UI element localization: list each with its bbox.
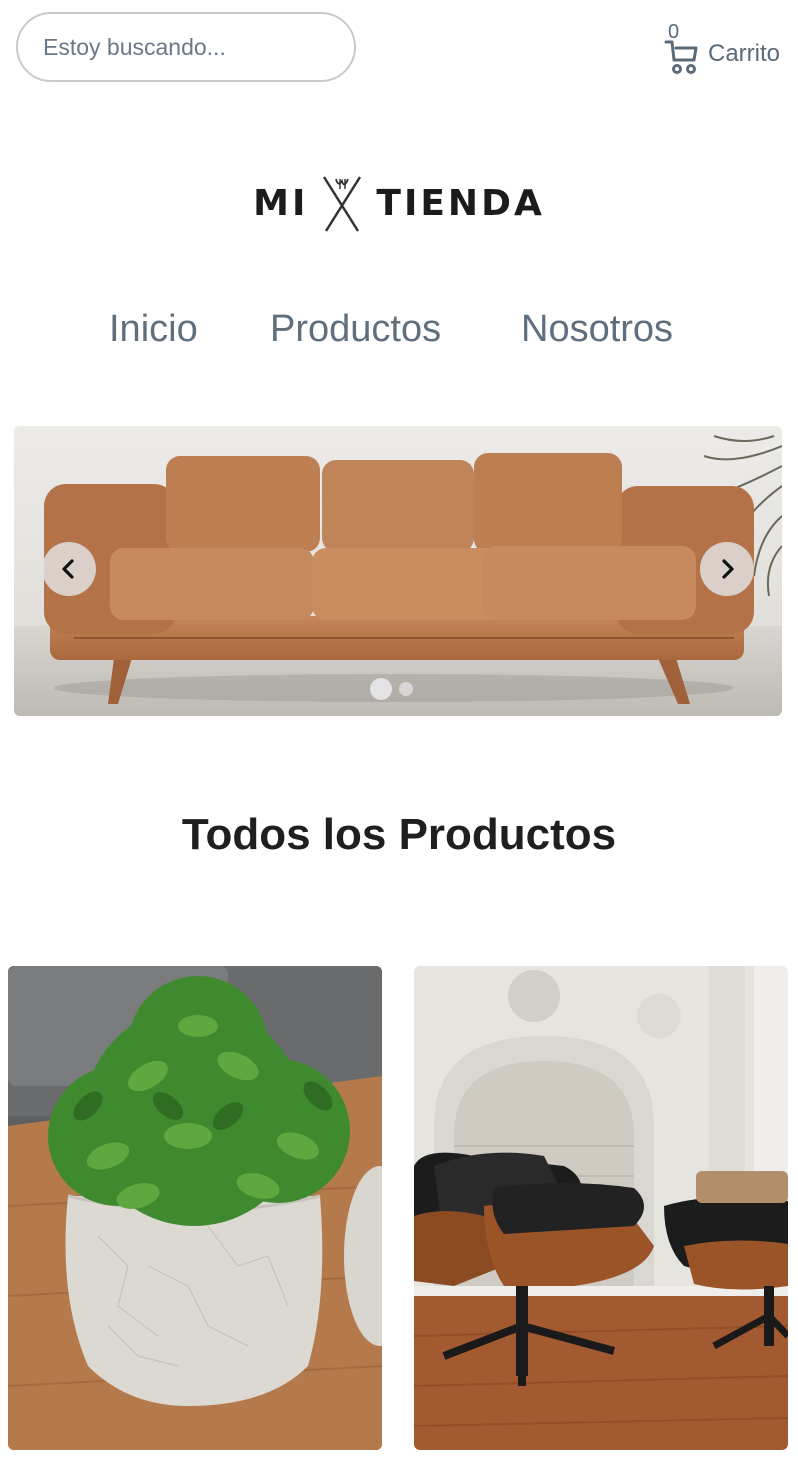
product-card[interactable] [8, 966, 382, 1450]
nav-item-nosotros[interactable]: Nosotros [521, 308, 673, 351]
logo-text-left: MI [253, 182, 309, 224]
store-logo[interactable]: MI TIENDA [0, 170, 798, 236]
potted-plant-image [8, 966, 382, 1450]
cart-label: Carrito [707, 40, 780, 67]
search-input[interactable] [43, 33, 354, 61]
product-card[interactable] [414, 966, 788, 1450]
crossed-needles-icon [323, 176, 362, 232]
slider-prev-button[interactable] [42, 542, 96, 596]
slider-dot-2[interactable] [399, 682, 413, 696]
cart-button[interactable]: 0 Carrito [664, 22, 780, 74]
hero-slider[interactable] [14, 426, 782, 716]
slider-dot-1[interactable] [370, 678, 392, 700]
leather-sofa-image [14, 426, 782, 716]
cart-icon-group: 0 [664, 22, 702, 74]
nav-item-productos[interactable]: Productos [270, 308, 441, 351]
slider-dots [370, 678, 413, 700]
lounge-chair-image [414, 966, 788, 1450]
cart-icon [664, 40, 698, 74]
logo-text-right: TIENDA [376, 182, 545, 224]
nav-item-inicio[interactable]: Inicio [109, 308, 198, 351]
search-box[interactable] [16, 12, 356, 82]
chevron-right-icon [722, 559, 734, 579]
chevron-left-icon [62, 559, 74, 579]
slider-next-button[interactable] [700, 542, 754, 596]
main-nav: Inicio Productos Nosotros [0, 308, 798, 362]
section-title: Todos los Productos [181, 810, 617, 859]
